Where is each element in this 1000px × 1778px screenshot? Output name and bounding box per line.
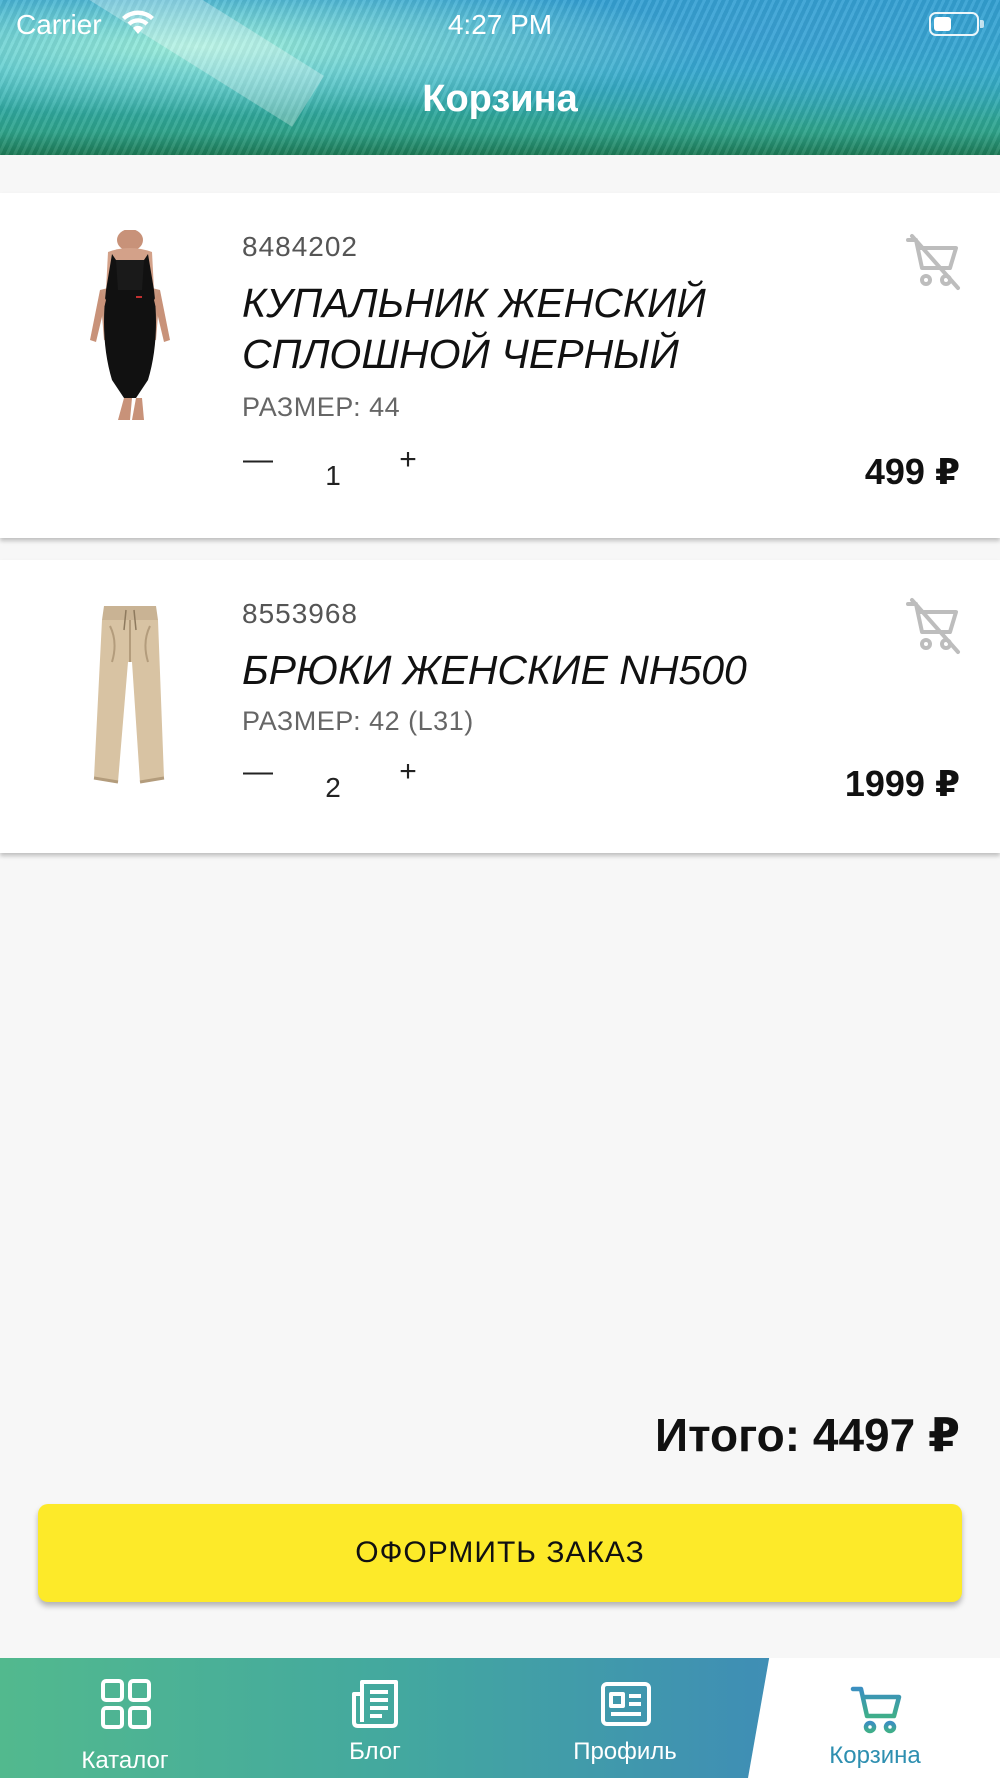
product-price: 1999 ₽: [844, 763, 960, 804]
quantity-value: 2: [325, 772, 341, 803]
product-size: РАЗМЕР: 42 (L31): [242, 706, 474, 736]
clock: 4:27 PM: [447, 9, 553, 40]
remove-from-cart-icon[interactable]: [900, 228, 966, 294]
quantity-increase-button[interactable]: +: [386, 438, 430, 482]
tab-cart[interactable]: Корзина: [750, 1658, 1000, 1778]
product-image-swimsuit: [90, 230, 170, 420]
document-icon: [352, 1680, 398, 1728]
page-title: Корзина: [422, 78, 578, 120]
product-price: 499 ₽: [864, 451, 960, 492]
cart-icon: [850, 1686, 902, 1734]
quantity-increase-button[interactable]: +: [386, 750, 430, 794]
grid-icon: [101, 1679, 151, 1729]
quantity-decrease-button[interactable]: —: [236, 438, 280, 482]
cart-item: 8553968 БРЮКИ ЖЕНСКИЕ NH500 РАЗМЕР: 42 (…: [0, 560, 1000, 853]
tab-catalog[interactable]: Каталог: [0, 1658, 250, 1778]
remove-from-cart-icon[interactable]: [900, 592, 966, 658]
tab-label: Корзина: [829, 1742, 921, 1769]
order-total: Итого: 4497 ₽: [655, 1409, 960, 1461]
quantity-decrease-button[interactable]: —: [236, 750, 280, 794]
tab-label: Профиль: [573, 1738, 677, 1765]
quantity-value: 1: [325, 460, 341, 491]
id-card-icon: [601, 1682, 651, 1726]
tab-bar: Каталог Блог Профиль Корзина: [0, 1658, 1000, 1778]
product-sku: 8553968: [242, 598, 359, 629]
product-size: РАЗМЕР: 44: [242, 392, 401, 422]
product-image-trousers: [93, 606, 165, 784]
checkout-button[interactable]: ОФОРМИТЬ ЗАКАЗ: [38, 1504, 962, 1602]
cart-item: 8484202 КУПАЛЬНИК ЖЕНСКИЙ СПЛОШНОЙ ЧЕРНЫ…: [0, 193, 1000, 538]
product-name[interactable]: БРЮКИ ЖЕНСКИЕ NH500: [242, 645, 842, 696]
tab-label: Блог: [349, 1738, 401, 1765]
tab-label: Каталог: [81, 1747, 169, 1774]
tab-blog[interactable]: Блог: [250, 1658, 500, 1778]
product-name[interactable]: КУПАЛЬНИК ЖЕНСКИЙ СПЛОШНОЙ ЧЕРНЫЙ: [242, 278, 842, 380]
battery-icon: [929, 12, 984, 36]
tab-profile[interactable]: Профиль: [500, 1658, 750, 1778]
header: Carrier 4:27 PM Корзина: [0, 0, 1000, 155]
status-bar: Carrier 4:27 PM: [0, 0, 1000, 50]
product-sku: 8484202: [242, 231, 359, 262]
